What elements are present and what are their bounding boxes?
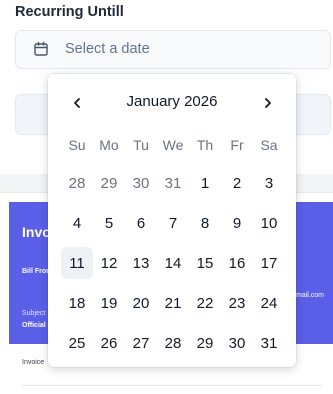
day-number: 29 (196, 334, 214, 352)
day-number: 20 (132, 294, 150, 312)
day-number: 2 (232, 174, 242, 192)
weekday-label: Mo (99, 137, 119, 153)
recurring-until-label: Recurring Untill (15, 4, 124, 20)
day-cell[interactable]: 10 (253, 203, 285, 243)
day-number: 28 (164, 334, 182, 352)
date-picker-input[interactable]: Select a date (15, 30, 331, 69)
day-cell[interactable]: 3 (253, 163, 285, 203)
date-placeholder: Select a date (65, 41, 150, 57)
day-number: 3 (264, 174, 274, 192)
day-number: 29 (100, 174, 118, 192)
email-text: mail.com (296, 292, 325, 299)
day-cell[interactable]: 2 (221, 163, 253, 203)
chevron-right-icon (265, 98, 271, 108)
weekday-label: Tu (133, 137, 149, 153)
day-number: 26 (100, 334, 118, 352)
day-cell-outside[interactable]: 29 (93, 163, 125, 203)
day-number: 27 (132, 334, 150, 352)
calendar-icon (34, 41, 48, 56)
day-number: 30 (228, 334, 246, 352)
day-cell[interactable]: 8 (189, 203, 221, 243)
invoice-title: Invo (22, 224, 51, 240)
day-cell[interactable]: 15 (189, 243, 221, 283)
day-cell[interactable]: 27 (125, 323, 157, 363)
day-cell[interactable]: 13 (125, 243, 157, 283)
day-number: 30 (132, 174, 150, 192)
day-cell[interactable]: 14 (157, 243, 189, 283)
day-number: 14 (164, 254, 182, 272)
day-cell[interactable]: 23 (221, 283, 253, 323)
invoice-label: Invoice (22, 359, 45, 366)
day-cell-outside[interactable]: 31 (157, 163, 189, 203)
day-number: 7 (168, 214, 178, 232)
day-cell[interactable]: 21 (157, 283, 189, 323)
day-number: 15 (196, 254, 214, 272)
day-cell-today[interactable]: 11 (61, 243, 93, 283)
day-number: 31 (260, 334, 278, 352)
day-number: 23 (228, 294, 246, 312)
day-number: 28 (68, 174, 86, 192)
day-cell[interactable]: 22 (189, 283, 221, 323)
day-number: 4 (72, 214, 82, 232)
day-number: 25 (68, 334, 86, 352)
day-number: 22 (196, 294, 214, 312)
day-cell[interactable]: 24 (253, 283, 285, 323)
day-cell[interactable]: 5 (93, 203, 125, 243)
day-cell[interactable]: 12 (93, 243, 125, 283)
invoice-divider (22, 385, 322, 386)
day-cell[interactable]: 18 (61, 283, 93, 323)
day-number: 24 (260, 294, 278, 312)
day-cell[interactable]: 20 (125, 283, 157, 323)
weekday-label: Fr (230, 137, 244, 153)
weekday-label: Th (196, 137, 214, 153)
calendar-grid: 28 29 30 31 1 2 3 4 5 6 7 8 9 10 11 12 13 14 15 16 17 18 19 20 2… (61, 163, 285, 363)
day-number: 19 (100, 294, 118, 312)
weekday-label: Su (68, 137, 86, 153)
day-number: 16 (228, 254, 246, 272)
day-cell[interactable]: 26 (93, 323, 125, 363)
day-number: 21 (164, 294, 182, 312)
day-number: 13 (132, 254, 150, 272)
day-number: 17 (260, 254, 278, 272)
day-cell[interactable]: 19 (93, 283, 125, 323)
day-cell[interactable]: 17 (253, 243, 285, 283)
day-cell-outside[interactable]: 28 (61, 163, 93, 203)
day-number: 9 (232, 214, 242, 232)
day-cell[interactable]: 30 (221, 323, 253, 363)
calendar-header: January 2026 (48, 74, 296, 130)
next-month-button[interactable] (257, 92, 279, 114)
day-number: 18 (68, 294, 86, 312)
day-cell[interactable]: 16 (221, 243, 253, 283)
day-cell[interactable]: 6 (125, 203, 157, 243)
day-cell[interactable]: 25 (61, 323, 93, 363)
day-number: 31 (164, 174, 182, 192)
weekday-header-row: Su Mo Tu We Th Fr Sa (61, 137, 285, 153)
day-cell[interactable]: 4 (61, 203, 93, 243)
weekday-label: Sa (260, 137, 278, 153)
day-number: 8 (200, 214, 210, 232)
weekday-label: We (162, 137, 184, 153)
day-number: 5 (104, 214, 114, 232)
day-number: 12 (100, 254, 118, 272)
subject-label: Subject (22, 310, 46, 317)
day-cell-outside[interactable]: 30 (125, 163, 157, 203)
day-number: 1 (200, 174, 210, 192)
calendar-popover: January 2026 Su Mo Tu We Th Fr Sa 28 29 30 31 1 2 3 4… (48, 74, 296, 367)
day-cell[interactable]: 9 (221, 203, 253, 243)
day-number: 6 (136, 214, 146, 232)
day-cell[interactable]: 7 (157, 203, 189, 243)
day-cell[interactable]: 31 (253, 323, 285, 363)
day-number: 11 (61, 247, 93, 279)
day-cell[interactable]: 29 (189, 323, 221, 363)
day-cell[interactable]: 1 (189, 163, 221, 203)
day-cell[interactable]: 28 (157, 323, 189, 363)
day-number: 10 (260, 214, 278, 232)
